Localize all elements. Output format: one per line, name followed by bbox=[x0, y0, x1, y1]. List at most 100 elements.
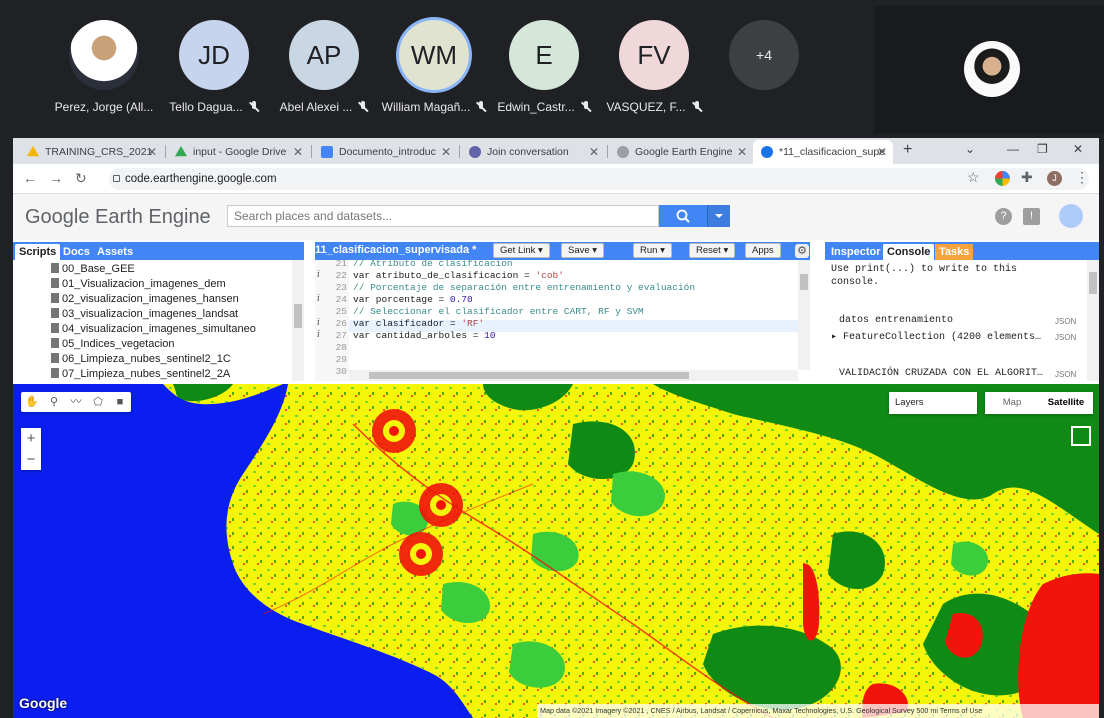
code-line[interactable]: var cantidad_arboles = 10 bbox=[353, 330, 496, 341]
json-button[interactable]: JSON bbox=[1055, 333, 1076, 342]
close-tab-icon[interactable]: ✕ bbox=[293, 145, 303, 159]
extensions-puzzle-icon[interactable]: ✚ bbox=[1021, 169, 1033, 186]
browser-tab[interactable]: TRAINING_CRS_2021 ✕ bbox=[19, 140, 163, 164]
participant-tile[interactable]: E Edwin_Castr... bbox=[489, 20, 599, 114]
drawing-tools: ✋ ⚲ 〰 ⬠ ■ bbox=[21, 392, 131, 412]
zoom-in-button[interactable]: + bbox=[21, 428, 41, 449]
script-file-item[interactable]: 07_Limpieza_nubes_sentinel2_2A bbox=[51, 368, 230, 380]
extension-icon[interactable] bbox=[995, 171, 1010, 186]
script-file-item[interactable]: 05_Indices_vegetacion bbox=[51, 338, 175, 350]
tab-strip: TRAINING_CRS_2021 ✕ input - Google Drive… bbox=[13, 138, 1099, 164]
line-number: 24 bbox=[335, 294, 347, 305]
reset-button[interactable]: Reset ▾ bbox=[689, 243, 736, 258]
console-scrollbar[interactable] bbox=[1087, 260, 1099, 381]
json-button[interactable]: JSON bbox=[1055, 370, 1076, 379]
participant-tile[interactable]: AP Abel Alexei ... bbox=[269, 20, 379, 114]
tab-tasks[interactable]: Tasks bbox=[935, 244, 974, 260]
script-file-item[interactable]: 06_Limpieza_nubes_sentinel2_1C bbox=[51, 353, 231, 365]
participant-tile[interactable]: FV VASQUEZ, F... bbox=[599, 20, 709, 114]
script-file-item[interactable]: 00_Base_GEE bbox=[51, 263, 135, 275]
more-participants[interactable]: +4 bbox=[709, 20, 819, 90]
participant-tile[interactable]: Perez, Jorge (All... bbox=[49, 20, 159, 114]
gee-logo[interactable]: Google Earth Engine bbox=[25, 206, 211, 229]
run-button[interactable]: Run ▾ bbox=[633, 243, 672, 258]
participant-tile[interactable]: WM William Magañ... bbox=[379, 20, 489, 114]
script-file-item[interactable]: 04_visualizacion_imagenes_simultaneo bbox=[51, 323, 256, 335]
scripts-scrollbar[interactable] bbox=[292, 260, 304, 381]
close-tab-icon[interactable]: ✕ bbox=[589, 145, 599, 159]
rectangle-draw-icon[interactable]: ■ bbox=[109, 392, 131, 412]
browser-tab[interactable]: Documento_introduc ✕ bbox=[313, 140, 457, 164]
editor-vertical-scrollbar[interactable] bbox=[798, 260, 810, 370]
code-editor[interactable]: 21 // Atributo de clasificacion 22 i var atr… bbox=[315, 260, 810, 381]
help-icon[interactable]: ? bbox=[995, 208, 1012, 225]
code-line[interactable]: // Seleccionar el clasificador entre CAR… bbox=[353, 306, 644, 317]
participant-photo bbox=[69, 20, 139, 90]
tab-inspector[interactable]: Inspector bbox=[827, 244, 885, 260]
browser-tab[interactable]: input - Google Drive ✕ bbox=[167, 140, 309, 164]
restore-icon[interactable]: ❐ bbox=[1037, 142, 1048, 156]
feedback-icon[interactable]: ! bbox=[1023, 208, 1040, 225]
save-button[interactable]: Save ▾ bbox=[561, 243, 605, 258]
tab-assets[interactable]: Assets bbox=[93, 244, 137, 260]
search-dropdown-button[interactable] bbox=[707, 205, 730, 227]
script-file-item[interactable]: 02_visualizacion_imagenes_hansen bbox=[51, 293, 239, 305]
tab-search-icon[interactable]: ⌄ bbox=[965, 142, 975, 156]
minimize-icon[interactable]: — bbox=[1007, 142, 1019, 156]
browser-tab[interactable]: Google Earth Engine ✕ bbox=[609, 140, 753, 164]
close-tab-icon[interactable]: ✕ bbox=[737, 145, 747, 159]
bookmark-star-icon[interactable]: ☆ bbox=[967, 169, 980, 186]
info-icon[interactable]: i bbox=[317, 294, 320, 304]
close-tab-icon[interactable]: ✕ bbox=[441, 145, 451, 159]
close-tab-icon[interactable]: ✕ bbox=[147, 145, 157, 159]
close-tab-icon[interactable]: ✕ bbox=[877, 145, 887, 159]
map-type-satellite-button[interactable]: Satellite bbox=[1039, 392, 1093, 414]
mic-off-icon bbox=[581, 101, 591, 113]
lock-icon[interactable] bbox=[113, 175, 120, 182]
info-icon[interactable]: i bbox=[317, 330, 320, 340]
console-entry-expandable[interactable]: ▸ FeatureCollection (4200 elements… bbox=[831, 331, 1041, 343]
editor-horizontal-scrollbar[interactable] bbox=[349, 370, 798, 381]
participant-tile[interactable]: JD Tello Dagua... bbox=[159, 20, 269, 114]
back-icon[interactable]: ← bbox=[23, 170, 37, 186]
account-avatar-icon[interactable] bbox=[1059, 204, 1083, 228]
code-line[interactable]: // Atributo de clasificacion bbox=[353, 260, 513, 269]
polygon-draw-icon[interactable]: ⬠ bbox=[87, 392, 109, 412]
reload-icon[interactable]: ↻ bbox=[75, 170, 87, 187]
pan-hand-icon[interactable]: ✋ bbox=[21, 392, 43, 412]
browser-menu-icon[interactable]: ⋮ bbox=[1075, 169, 1089, 186]
apps-button[interactable]: Apps bbox=[745, 243, 781, 258]
map-canvas[interactable]: ✋ ⚲ 〰 ⬠ ■ + − Layers Map Satellite Googl… bbox=[13, 384, 1099, 718]
line-draw-icon[interactable]: 〰 bbox=[65, 392, 87, 412]
zoom-out-button[interactable]: − bbox=[21, 449, 41, 470]
search-button[interactable] bbox=[659, 205, 707, 227]
participant-avatar: FV bbox=[619, 20, 689, 90]
layers-button[interactable]: Layers bbox=[889, 392, 977, 414]
script-file-item[interactable]: 01_Visualizacion_imagenes_dem bbox=[51, 278, 226, 290]
json-button[interactable]: JSON bbox=[1055, 317, 1076, 326]
self-video-tile[interactable] bbox=[874, 6, 1104, 134]
info-icon[interactable]: i bbox=[317, 270, 320, 280]
get-link-button[interactable]: Get Link ▾ bbox=[493, 243, 550, 258]
script-file-item[interactable]: 03_visualizacion_imagenes_landsat bbox=[51, 308, 238, 320]
map-type-map-button[interactable]: Map bbox=[985, 392, 1039, 414]
search-input[interactable]: Search places and datasets... bbox=[227, 205, 659, 227]
close-window-icon[interactable]: ✕ bbox=[1073, 142, 1083, 156]
code-line[interactable]: var atributo_de_clasificacion = 'cob' bbox=[353, 270, 564, 281]
info-icon[interactable]: i bbox=[317, 318, 320, 328]
profile-avatar[interactable]: J bbox=[1047, 171, 1062, 186]
settings-gear-icon[interactable]: ⚙ bbox=[795, 244, 809, 258]
code-line[interactable]: var clasificador = 'RF' bbox=[353, 318, 484, 329]
fullscreen-icon[interactable] bbox=[1071, 426, 1091, 446]
tab-docs[interactable]: Docs bbox=[59, 244, 94, 260]
code-line[interactable]: var porcentage = 0.70 bbox=[353, 294, 473, 305]
url-field[interactable]: code.earthengine.google.com bbox=[109, 168, 1089, 190]
tab-scripts[interactable]: Scripts bbox=[15, 244, 61, 260]
browser-tab[interactable]: Join conversation ✕ bbox=[461, 140, 605, 164]
code-line[interactable]: // Porcentaje de separación entre entren… bbox=[353, 282, 695, 293]
new-tab-icon[interactable]: + bbox=[903, 141, 912, 159]
tab-console[interactable]: Console bbox=[883, 244, 935, 260]
forward-icon[interactable]: → bbox=[49, 170, 63, 186]
browser-tab-active[interactable]: *11_clasificacion_supe ✕ bbox=[753, 140, 893, 164]
point-marker-icon[interactable]: ⚲ bbox=[43, 392, 65, 412]
